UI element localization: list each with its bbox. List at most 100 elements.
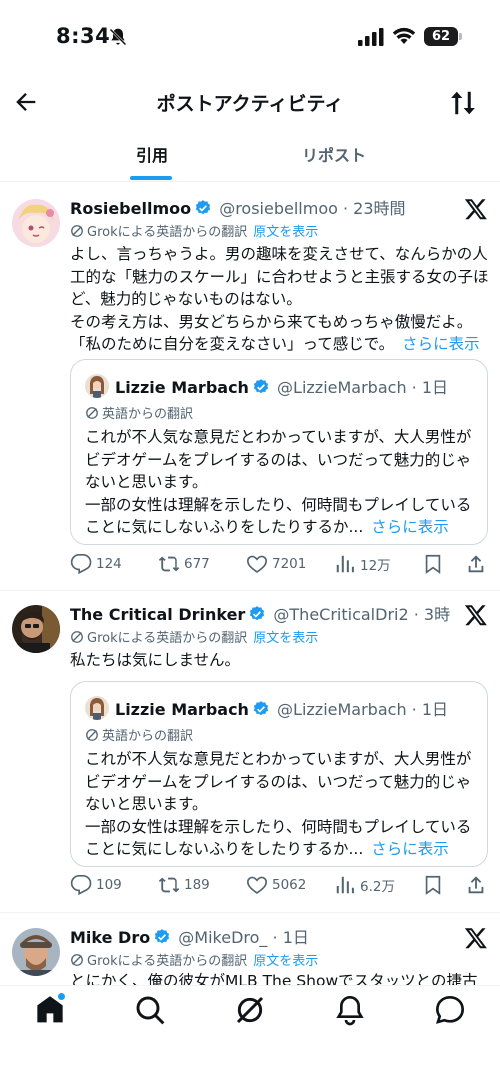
avatar[interactable]: [12, 199, 60, 247]
quoted-text-line: 一部の女性は理解を示したり、何時間もプレイしている: [85, 817, 472, 836]
author-handle[interactable]: @MikeDro_: [178, 928, 267, 947]
translation-label: Grokによる英語からの翻訳: [87, 631, 248, 646]
show-more-link[interactable]: さらに表示: [371, 518, 449, 536]
quoted-author-handle: @LizzieMarbach: [277, 378, 407, 397]
views-button[interactable]: 12万: [334, 553, 391, 577]
author-handle[interactable]: @rosiebellmoo: [219, 199, 338, 218]
share-button[interactable]: [465, 553, 487, 577]
cellular-signal-icon: [358, 28, 384, 46]
author-name[interactable]: The Critical Drinker: [70, 605, 245, 624]
post[interactable]: The Critical Drinker @TheCriticalDri2 · …: [0, 591, 500, 913]
translation-note: Grokによる英語からの翻訳 原文を表示: [70, 950, 318, 969]
translation-label: Grokによる英語からの翻訳: [87, 954, 248, 969]
post-time: · 23時間: [343, 199, 406, 218]
quoted-author-name: Lizzie Marbach: [115, 378, 249, 397]
quoted-avatar: [85, 696, 109, 720]
quoted-header: Lizzie Marbach @LizzieMarbach · 1日: [115, 374, 448, 398]
avatar[interactable]: [12, 605, 60, 653]
translation-note: Grokによる英語からの翻訳 原文を表示: [70, 627, 318, 646]
grok-translate-icon: [71, 954, 83, 966]
author-name[interactable]: Rosiebellmoo: [70, 199, 191, 218]
quoted-text-line: ないと思います。: [85, 473, 208, 491]
show-original-link[interactable]: 原文を表示: [253, 631, 318, 646]
grok-translate-icon: [71, 631, 83, 643]
wifi-icon: [392, 27, 416, 44]
verified-badge-icon: [195, 200, 211, 215]
header: ポストアクティビティ: [0, 80, 500, 126]
show-more-link[interactable]: さらに表示: [371, 840, 449, 858]
repost-button[interactable]: 677: [158, 553, 210, 577]
status-time: 8:34: [56, 24, 111, 48]
show-original-link[interactable]: 原文を表示: [253, 954, 318, 969]
post-text-line: その考え方は、男女どちらから来てもめっちゃ傲慢だよ。: [70, 312, 473, 331]
post[interactable]: Mike Dro @MikeDro_ · 1日 Grokによる英語からの翻訳 原文…: [0, 914, 500, 994]
like-count: 5062: [272, 877, 307, 893]
show-more-link[interactable]: さらに表示: [402, 335, 480, 353]
repost-icon: [158, 556, 180, 572]
author-name[interactable]: Mike Dro: [70, 928, 150, 947]
heart-icon: [247, 876, 267, 894]
quoted-translation-label: 英語からの翻訳: [102, 407, 194, 422]
quoted-text-line: これが不人気な意見だとわかっていますが、大人男性が: [85, 428, 472, 446]
reply-count: 109: [96, 877, 122, 893]
show-original-link[interactable]: 原文を表示: [253, 225, 318, 240]
quoted-text-line: ないと思います。: [85, 795, 208, 813]
search-icon[interactable]: [134, 994, 166, 1026]
quoted-text: これが不人気な意見だとわかっていますが、大人男性が ビデオゲームをプレイするのは…: [85, 426, 481, 539]
quoted-text-line: ことに気にしないふりをしたりするか...: [85, 840, 364, 858]
tab-reposts[interactable]: リポスト: [290, 142, 378, 166]
like-button[interactable]: 5062: [246, 874, 306, 898]
quoted-post[interactable]: Lizzie Marbach @LizzieMarbach · 1日 英語からの…: [70, 681, 488, 867]
bookmark-button[interactable]: [422, 874, 444, 898]
post-text-line: 私たちは気にしません。: [70, 651, 241, 669]
bookmark-button[interactable]: [422, 553, 444, 577]
post-header: The Critical Drinker @TheCriticalDri2 · …: [70, 601, 450, 625]
notifications-icon[interactable]: [334, 994, 366, 1026]
grok-translate-icon: [71, 225, 83, 237]
quoted-post[interactable]: Lizzie Marbach @LizzieMarbach · 1日 英語からの…: [70, 359, 488, 545]
bookmark-icon: [425, 554, 441, 574]
x-logo-icon: [464, 605, 487, 626]
reply-button[interactable]: 109: [70, 874, 122, 898]
quoted-text-line: 一部の女性は理解を示したり、何時間もプレイしている: [85, 495, 472, 514]
sort-icon[interactable]: [448, 88, 478, 118]
quoted-translation-note: 英語からの翻訳: [85, 403, 193, 422]
views-icon: [336, 876, 354, 894]
quoted-translation-note: 英語からの翻訳: [85, 725, 193, 744]
grok-icon[interactable]: [234, 994, 266, 1026]
post-text-line: ど、魅力的じゃないものはない。: [70, 290, 302, 308]
share-button[interactable]: [465, 874, 487, 898]
post-header: Rosiebellmoo @rosiebellmoo · 23時間: [70, 195, 450, 219]
post-text-line: 工的な「魅力のスケール」に合わせようと主張する女の子ほ: [70, 267, 489, 286]
battery-cap: [459, 33, 462, 40]
post-time: · 3時間: [413, 605, 450, 624]
messages-icon[interactable]: [434, 994, 466, 1026]
quoted-post-time: · 1日: [411, 700, 449, 719]
share-icon: [468, 555, 484, 573]
battery-indicator: 62: [424, 27, 458, 46]
quoted-header: Lizzie Marbach @LizzieMarbach · 1日: [115, 696, 448, 720]
quoted-text-line: ビデオゲームをプレイするのは、いつだって魅力的じゃ: [85, 450, 472, 469]
post-text-line: よし、言っちゃうよ。男の趣味を変えさせて、なんらかの人: [70, 245, 488, 263]
verified-badge-icon: [155, 929, 170, 944]
author-handle[interactable]: @TheCriticalDri2: [273, 605, 408, 624]
avatar[interactable]: [12, 928, 60, 976]
post-header: Mike Dro @MikeDro_ · 1日: [70, 924, 450, 948]
reply-button[interactable]: 124: [70, 553, 122, 577]
views-button[interactable]: 6.2万: [334, 874, 395, 898]
like-count: 7201: [272, 556, 307, 572]
like-button[interactable]: 7201: [246, 553, 306, 577]
repost-button[interactable]: 189: [158, 874, 210, 898]
quoted-text: これが不人気な意見だとわかっていますが、大人男性が ビデオゲームをプレイするのは…: [85, 748, 481, 861]
verified-badge-icon: [250, 606, 265, 621]
grok-translate-icon: [86, 729, 98, 741]
grok-translate-icon: [86, 407, 98, 419]
repost-count: 189: [184, 877, 210, 893]
share-icon: [468, 876, 484, 894]
views-icon: [336, 555, 354, 573]
post-text: 私たちは気にしません。: [70, 649, 482, 672]
post[interactable]: Rosiebellmoo @rosiebellmoo · 23時間 Grokによ…: [0, 185, 500, 591]
reply-count: 124: [96, 556, 122, 572]
tab-quotes[interactable]: 引用: [130, 142, 174, 166]
post-time: · 1日: [272, 928, 309, 947]
